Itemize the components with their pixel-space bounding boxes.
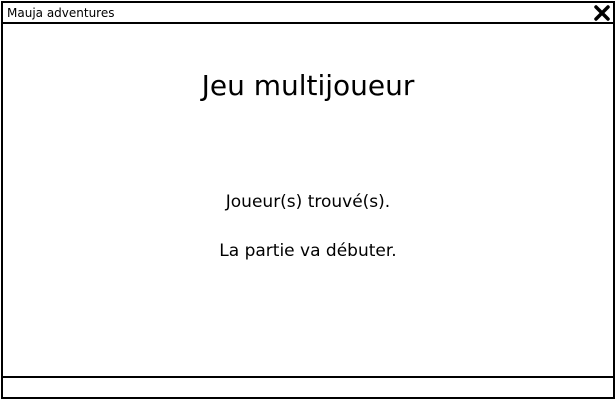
title-bar: Mauja adventures: [3, 3, 613, 24]
window-title: Mauja adventures: [7, 6, 115, 20]
players-found-text: Joueur(s) trouvé(s).: [225, 192, 391, 212]
status-bar: [3, 376, 613, 397]
page-title: Jeu multijoueur: [201, 69, 415, 102]
app-window: Mauja adventures Jeu multijoueur Joueur(…: [1, 1, 615, 399]
game-starting-text: La partie va débuter.: [219, 241, 397, 261]
close-button[interactable]: [593, 4, 611, 22]
close-icon: [594, 5, 610, 21]
